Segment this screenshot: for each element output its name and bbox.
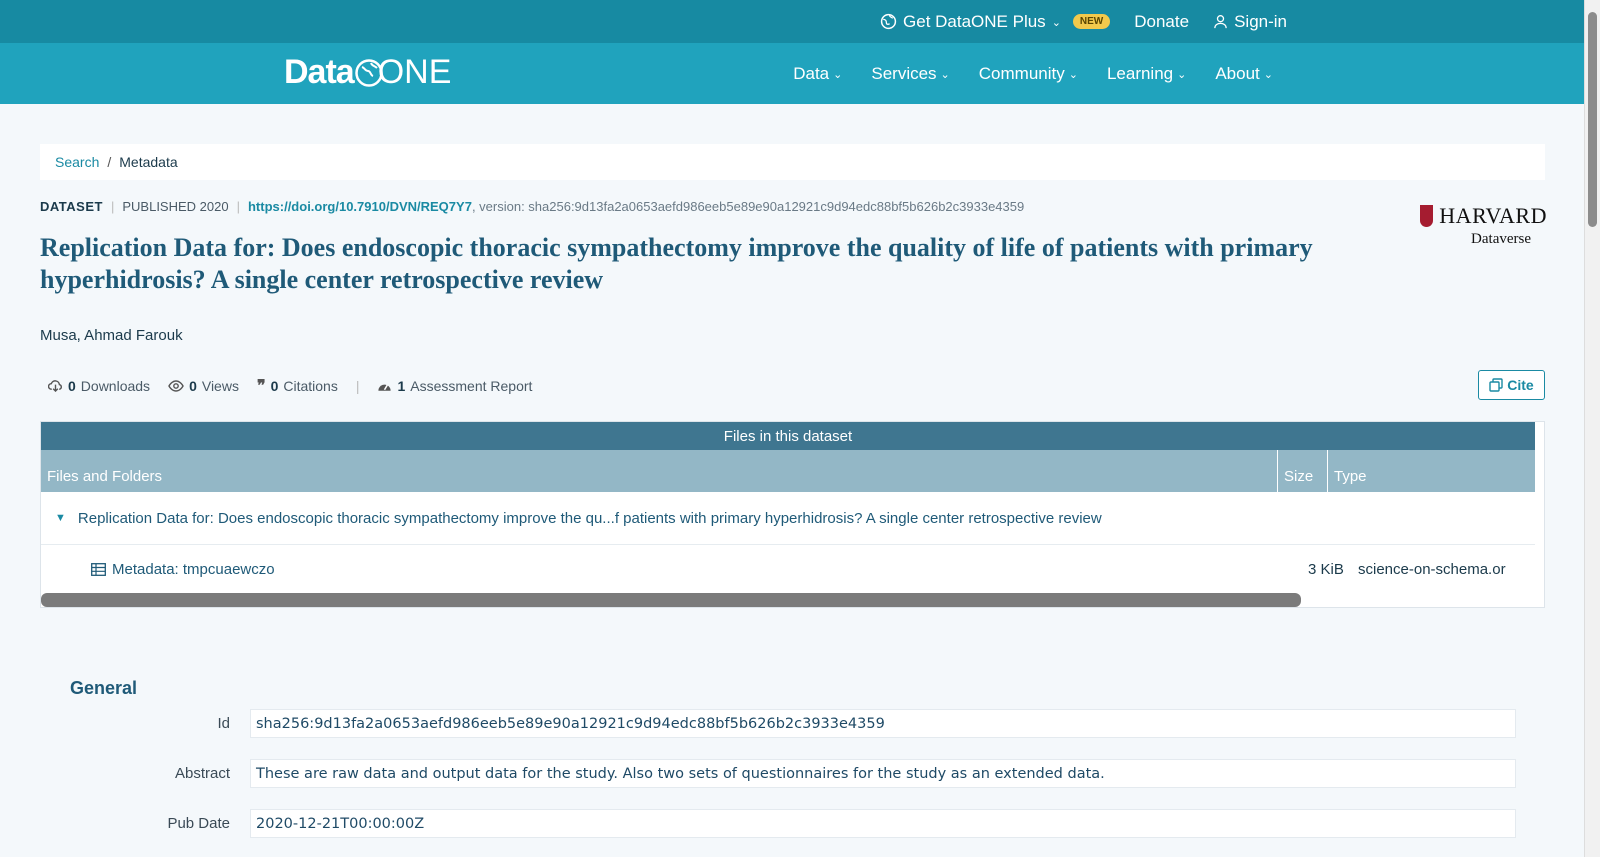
citations-metric[interactable]: ❞ 0 Citations	[257, 376, 338, 395]
abstract-value: These are raw data and output data for t…	[250, 759, 1516, 788]
nav-links: Data ⌄ Services ⌄ Community ⌄ Learning ⌄ Abo…	[793, 43, 1273, 104]
scrollbar-thumb[interactable]	[1588, 12, 1597, 227]
caret-down-icon[interactable]: ▼	[55, 512, 66, 524]
folder-row[interactable]: ▼ Replication Data for: Does endoscopic …	[41, 492, 1535, 545]
column-size[interactable]: Size	[1278, 450, 1328, 492]
nav-item-label: Services	[871, 63, 937, 83]
nav-item-community[interactable]: Community ⌄	[979, 64, 1078, 84]
assessment-metric[interactable]: 1 Assessment Report	[377, 378, 532, 394]
nav-item-label: Community	[978, 63, 1065, 83]
column-type[interactable]: Type	[1328, 450, 1535, 492]
published-year: PUBLISHED 2020	[122, 199, 229, 214]
eye-icon	[168, 379, 184, 392]
copy-icon	[1489, 378, 1503, 392]
downloads-label: Downloads	[80, 377, 151, 394]
chevron-down-icon: ⌄	[833, 69, 843, 81]
general-heading: General	[70, 678, 138, 698]
dataset-kind: DATASET	[40, 199, 103, 214]
chevron-down-icon: ⌄	[940, 69, 950, 81]
horizontal-scrollbar[interactable]	[41, 593, 1301, 607]
logo-text-one: ONE	[377, 53, 452, 91]
nav-item-label: About	[1215, 63, 1260, 83]
top-utility-bar: Get DataONE Plus ⌄ NEW Donate Sign-in	[0, 0, 1585, 43]
assessment-count: 1	[397, 377, 406, 394]
divider: |	[236, 199, 240, 214]
views-metric[interactable]: 0 Views	[168, 378, 239, 394]
dataset-title: Replication Data for: Does endoscopic th…	[40, 233, 1313, 294]
pub-date-label: Pub Date	[167, 815, 230, 832]
vertical-scrollbar[interactable]	[1584, 0, 1600, 857]
harvard-shield-icon	[1420, 205, 1434, 227]
chevron-down-icon: ⌄	[1068, 69, 1078, 81]
chevron-down-icon: ⌄	[1263, 69, 1273, 81]
views-count: 0	[189, 377, 197, 394]
files-table-header: Files in this dataset	[41, 422, 1535, 450]
donate-label: Donate	[1134, 11, 1190, 31]
folder-name: Replication Data for: Does endoscopic th…	[77, 509, 1102, 527]
logo-text-data: Data	[284, 53, 355, 91]
downloads-metric[interactable]: 0 Downloads	[48, 378, 150, 394]
downloads-count: 0	[68, 377, 76, 394]
quote-icon: ❞	[256, 376, 266, 395]
dataset-meta-line: DATASET | PUBLISHED 2020 | https://doi.o…	[40, 199, 1024, 214]
cite-label: Cite	[1507, 377, 1534, 393]
cloud-download-icon	[48, 380, 62, 392]
divider: |	[355, 377, 360, 394]
files-table: Files in this dataset Files and Folders …	[40, 421, 1545, 608]
chevron-down-icon: ⌄	[1177, 69, 1187, 81]
doi-link[interactable]: https://doi.org/10.7910/DVN/REQ7Y7	[248, 199, 472, 214]
file-type: science-on-schema.or	[1358, 560, 1506, 578]
citations-count: 0	[270, 377, 279, 394]
globe-plus-icon	[880, 13, 897, 30]
nav-item-about[interactable]: About ⌄	[1215, 64, 1273, 84]
sign-in-label: Sign-in	[1234, 11, 1287, 31]
citations-label: Citations	[283, 377, 338, 394]
repository-name: HARVARD	[1439, 203, 1547, 228]
breadcrumb-current: Metadata	[119, 154, 178, 170]
sign-in-link[interactable]: Sign-in	[1213, 12, 1287, 32]
breadcrumb-search-link[interactable]: Search	[55, 154, 99, 170]
table-icon	[91, 562, 106, 576]
views-label: Views	[201, 377, 239, 394]
id-label: Id	[217, 715, 230, 732]
files-table-columns: Files and Folders Size Type	[41, 450, 1535, 492]
file-name-cell[interactable]: Metadata: tmpcuaewczo	[91, 561, 275, 578]
file-name: Metadata: tmpcuaewczo	[112, 560, 275, 578]
cite-button[interactable]: Cite	[1478, 370, 1545, 400]
new-badge: NEW	[1072, 14, 1111, 29]
file-row[interactable]: Metadata: tmpcuaewczo 3 KiB science-on-s…	[41, 545, 1535, 593]
harvard-dataverse-logo[interactable]: HARVARD Dataverse	[1420, 203, 1547, 248]
assessment-label: Assessment Report	[410, 377, 533, 394]
nav-item-label: Data	[793, 63, 830, 83]
breadcrumb: Search / Metadata	[40, 144, 1545, 180]
donate-link[interactable]: Donate	[1134, 12, 1189, 32]
id-value: sha256:9d13fa2a0653aefd986eeb5e89e90a129…	[250, 709, 1516, 738]
dataset-metrics: 0 Downloads 0 Views ❞ 0 Citations | 1 As…	[48, 376, 550, 395]
breadcrumb-separator: /	[107, 154, 112, 170]
nav-item-data[interactable]: Data ⌄	[793, 64, 842, 84]
nav-item-learning[interactable]: Learning ⌄	[1107, 64, 1186, 84]
divider: |	[110, 199, 115, 214]
file-size: 3 KiB	[1308, 560, 1344, 578]
gauge-icon	[378, 384, 392, 391]
user-icon	[1214, 15, 1227, 29]
version-id: , version: sha256:9d13fa2a0653aefd986eeb…	[471, 199, 1025, 214]
chevron-down-icon: ⌄	[1051, 17, 1061, 29]
column-files-and-folders[interactable]: Files and Folders	[41, 450, 1278, 492]
main-navbar: Data ONE Data ⌄ Services ⌄ Community ⌄ Lear…	[0, 43, 1585, 104]
pub-date-value: 2020-12-21T00:00:00Z	[250, 809, 1516, 838]
dataset-author: Musa, Ahmad Farouk	[40, 327, 183, 344]
get-dataone-plus-label: Get DataONE Plus	[903, 11, 1046, 31]
abstract-label: Abstract	[174, 765, 230, 782]
get-dataone-plus-menu[interactable]: Get DataONE Plus ⌄ NEW	[880, 11, 1111, 32]
repository-sub: Dataverse	[1471, 231, 1531, 247]
nav-item-label: Learning	[1106, 63, 1174, 83]
nav-item-services[interactable]: Services ⌄	[871, 64, 949, 84]
dataone-logo[interactable]: Data ONE	[284, 53, 451, 92]
